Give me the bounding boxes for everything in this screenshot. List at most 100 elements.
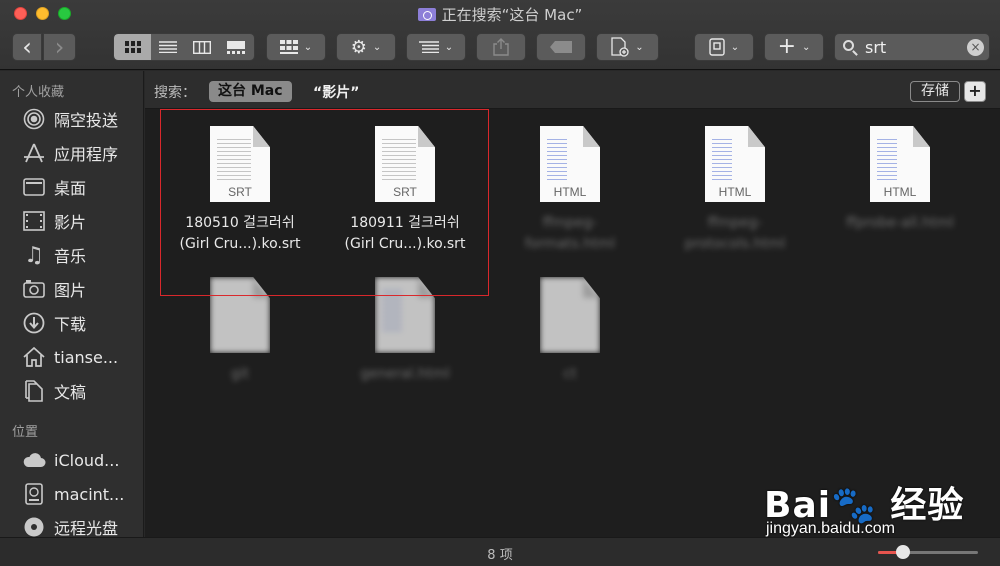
gear-icon: ⚙: [350, 36, 367, 58]
desktop-icon: [22, 176, 46, 198]
archive-icon: [709, 38, 725, 56]
file-name: ffmpeg-protocols.html: [684, 215, 786, 252]
share-button[interactable]: [476, 33, 526, 61]
disk-icon: [22, 483, 46, 505]
chevron-down-icon: ⌄: [372, 41, 382, 53]
chevron-down-icon: ⌄: [635, 41, 644, 53]
finder-window: 正在搜索“这台 Mac” ‹ › ⌄ ⚙ ⌄ ⌄ ⌄ ⌄ + ⌄ srt × 个…: [0, 0, 1000, 566]
pictures-icon: [22, 278, 46, 300]
sidebar-item-music[interactable]: ♫ 音乐: [22, 242, 86, 268]
file-item[interactable]: HTML ffprobe-all.html: [815, 126, 985, 234]
tag-icon: [550, 41, 572, 53]
watermark-url: jingyan.baidu.com: [766, 520, 895, 537]
gallery-view-button[interactable]: [219, 34, 255, 60]
movies-icon: [22, 210, 46, 232]
add-criteria-button[interactable]: +: [964, 81, 986, 102]
downloads-icon: [22, 312, 46, 334]
list-view-button[interactable]: [151, 34, 185, 60]
file-item[interactable]: ct: [485, 277, 655, 385]
sidebar-item-label: 下载: [54, 315, 87, 334]
sidebar-item-label: 图片: [54, 281, 87, 300]
file-item[interactable]: HTML ffmpeg-formats.html: [485, 126, 655, 255]
html-document-icon: HTML: [705, 126, 765, 202]
chevron-down-icon: ⌄: [802, 41, 811, 53]
search-field[interactable]: srt ×: [834, 33, 990, 61]
tags-button[interactable]: [536, 33, 586, 61]
chevron-down-icon: ⌄: [444, 41, 454, 53]
chevron-down-icon: ⌄: [303, 41, 313, 53]
sidebar-item-home[interactable]: tianse...: [22, 344, 118, 370]
toolbar: 正在搜索“这台 Mac” ‹ › ⌄ ⚙ ⌄ ⌄ ⌄ ⌄ + ⌄ srt ×: [0, 0, 1000, 70]
sidebar-item-label: 音乐: [54, 247, 87, 266]
favorites-header: 个人收藏: [12, 85, 65, 100]
scope-label: 搜索：: [154, 85, 196, 101]
grid-icon: [124, 41, 141, 53]
group-icon: [418, 41, 439, 53]
sidebar-item-desktop[interactable]: 桌面: [22, 174, 86, 200]
plus-icon: +: [777, 34, 797, 59]
window-title: 正在搜索“这台 Mac”: [0, 4, 1000, 25]
file-name: general.html: [360, 366, 450, 382]
sidebar-item-downloads[interactable]: 下载: [22, 310, 86, 336]
sidebar-item-label: 远程光盘: [54, 519, 119, 538]
document-icon: [540, 277, 600, 353]
sidebar-item-applications[interactable]: 应用程序: [22, 140, 118, 166]
sidebar-item-pictures[interactable]: 图片: [22, 276, 86, 302]
html-document-icon: HTML: [870, 126, 930, 202]
file-name: git: [230, 366, 250, 382]
file-item[interactable]: HTML ffmpeg-protocols.html: [650, 126, 820, 255]
sidebar-item-movies[interactable]: 影片: [22, 208, 86, 234]
sidebar-item-label: 影片: [54, 213, 87, 232]
sidebar-item-documents[interactable]: 文稿: [22, 378, 86, 404]
document-add-icon: [611, 37, 629, 57]
slider-knob[interactable]: [896, 545, 910, 559]
arrange-icon: [279, 40, 298, 54]
sidebar-item-label: 应用程序: [54, 145, 119, 164]
icon-view-button[interactable]: [114, 34, 152, 60]
smart-folder-icon: [417, 8, 436, 21]
sidebar-item-label: 桌面: [54, 179, 87, 198]
gallery-icon: [227, 40, 246, 54]
archive-button[interactable]: ⌄: [694, 33, 754, 61]
new-document-button[interactable]: ⌄: [596, 33, 659, 61]
forward-button[interactable]: ›: [43, 33, 76, 61]
add-button[interactable]: + ⌄: [764, 33, 824, 61]
file-name: ffprobe-all.html: [846, 215, 954, 231]
sidebar: 个人收藏 隔空投送 应用程序 桌面 影片 ♫ 音乐 图片 下载 tianse..…: [0, 71, 144, 538]
documents-icon: [22, 380, 46, 402]
annotation-highlight-box: [160, 109, 489, 296]
action-button[interactable]: ⚙ ⌄: [336, 33, 396, 61]
airdrop-icon: [22, 108, 46, 130]
sidebar-item-macintosh-hd[interactable]: macint...: [22, 481, 124, 507]
icon-size-slider[interactable]: [878, 545, 978, 559]
list-icon: [159, 41, 178, 53]
sidebar-item-label: tianse...: [54, 347, 119, 367]
music-icon: ♫: [24, 242, 44, 268]
group-button[interactable]: ⌄: [406, 33, 466, 61]
locations-header: 位置: [12, 425, 39, 440]
view-switcher: [113, 33, 255, 61]
arrange-button[interactable]: ⌄: [266, 33, 326, 61]
chevron-down-icon: ⌄: [730, 41, 740, 53]
scope-this-mac-button[interactable]: 这台 Mac: [209, 81, 292, 102]
save-search-button[interactable]: 存储: [910, 81, 960, 102]
home-icon: [22, 346, 46, 368]
item-count: 8 项: [487, 548, 513, 563]
applications-icon: [22, 142, 46, 164]
back-button[interactable]: ‹: [12, 33, 42, 61]
icloud-icon: [22, 449, 46, 471]
clear-search-icon[interactable]: ×: [967, 39, 984, 56]
baidu-watermark: Bai🐾 经验 jingyan.baidu.com: [764, 470, 994, 540]
sidebar-item-label: iCloud...: [54, 450, 120, 470]
sidebar-item-icloud[interactable]: iCloud...: [22, 447, 119, 473]
search-query[interactable]: srt: [865, 38, 886, 57]
scope-movies-button[interactable]: “影片”: [313, 82, 359, 102]
columns-icon: [192, 40, 211, 54]
share-icon: [493, 38, 509, 56]
search-scope-bar: 搜索： 这台 Mac “影片” 存储 +: [145, 71, 1000, 109]
sidebar-item-airdrop[interactable]: 隔空投送: [22, 106, 118, 132]
column-view-button[interactable]: [185, 34, 219, 60]
remote-disc-icon: [22, 516, 46, 538]
search-icon: [843, 40, 854, 51]
file-name: ct: [563, 366, 577, 382]
